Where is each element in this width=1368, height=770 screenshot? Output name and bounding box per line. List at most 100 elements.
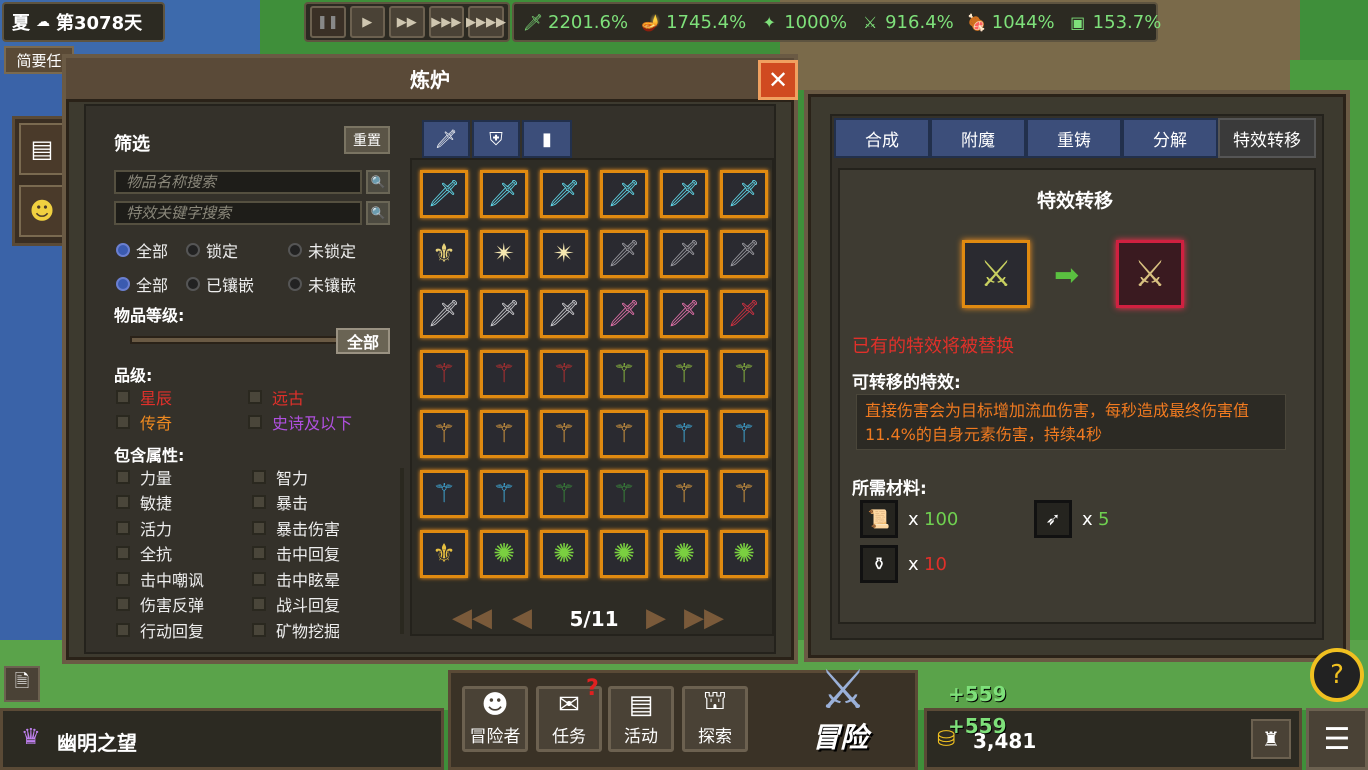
item-slot[interactable]: ⚚ <box>420 410 468 458</box>
item-slot[interactable]: 🗡 <box>720 170 768 218</box>
checkbox[interactable] <box>116 622 130 637</box>
nav-event-button[interactable]: ▤ 活动 <box>608 686 674 752</box>
checkbox[interactable] <box>252 546 266 560</box>
checkbox[interactable] <box>248 414 262 429</box>
tab-0[interactable]: 合成 <box>834 118 930 158</box>
help-icon[interactable]: ? <box>1310 648 1364 702</box>
item-slot[interactable]: ⚚ <box>720 350 768 398</box>
attribute-filter-3[interactable]: 暴击 <box>252 490 308 515</box>
speed-button-1[interactable]: ▶ <box>349 6 385 38</box>
attribute-filter-7[interactable]: 击中回复 <box>252 541 340 566</box>
lock-filter-unlocked[interactable]: 未锁定 <box>288 238 356 262</box>
speed-button-2[interactable]: ▶▶ <box>389 6 425 38</box>
nav-adventurer-button[interactable]: ☻ 冒险者 <box>462 686 528 752</box>
hero-portrait-icon[interactable]: ☻ <box>19 185 65 237</box>
item-slot[interactable]: ⚚ <box>480 410 528 458</box>
item-slot[interactable]: 🗡 <box>600 290 648 338</box>
item-slot[interactable]: ✺ <box>480 530 528 578</box>
item-slot[interactable]: 🗡 <box>540 170 588 218</box>
item-slot[interactable]: ⚚ <box>600 410 648 458</box>
attribute-filter-6[interactable]: 全抗 <box>116 541 172 566</box>
item-slot[interactable]: ✺ <box>720 530 768 578</box>
adventure-emblem-icon[interactable]: ⚔ <box>800 654 886 724</box>
item-slot[interactable]: ⚚ <box>480 350 528 398</box>
filter-scrollbar[interactable] <box>400 468 404 634</box>
effect-keyword-search-input[interactable]: 特效关键字搜索 <box>114 201 362 225</box>
checkbox[interactable] <box>116 469 130 484</box>
grade-filter-1[interactable]: 远古 <box>248 384 304 409</box>
checkbox[interactable] <box>116 546 130 560</box>
checkbox[interactable] <box>252 520 266 535</box>
item-slot[interactable]: 🗡 <box>480 170 528 218</box>
grade-filter-3[interactable]: 史诗及以下 <box>248 409 352 434</box>
checkbox[interactable] <box>116 389 130 404</box>
weapon-tab-icon[interactable]: 🗡 <box>422 120 470 158</box>
item-slot[interactable]: ⚚ <box>540 410 588 458</box>
item-slot[interactable]: ⚚ <box>480 470 528 518</box>
item-slot[interactable]: ⚚ <box>660 350 708 398</box>
adventure-button[interactable]: 冒险 <box>800 716 880 756</box>
speed-button-3[interactable]: ▶▶▶ <box>428 6 464 38</box>
attribute-filter-12[interactable]: 行动回复 <box>116 617 204 642</box>
grade-filter-2[interactable]: 传奇 <box>116 409 172 434</box>
item-slot[interactable]: ✺ <box>660 530 708 578</box>
socket-filter-all[interactable]: 全部 <box>116 272 168 296</box>
checkbox[interactable] <box>116 571 130 586</box>
item-slot[interactable]: ⚚ <box>540 350 588 398</box>
tab-1[interactable]: 附魔 <box>930 118 1026 158</box>
item-level-slider[interactable] <box>130 336 340 344</box>
item-slot[interactable]: ⚚ <box>660 410 708 458</box>
speed-button-4[interactable]: ▶▶▶▶ <box>466 6 506 38</box>
inventory-chest-icon[interactable]: ▤ <box>19 123 65 175</box>
checkbox[interactable] <box>116 520 130 535</box>
speed-button-0[interactable]: ❚❚ <box>310 6 346 38</box>
item-slot[interactable]: ⚜ <box>420 230 468 278</box>
first-page-icon[interactable]: ◀◀ <box>452 603 492 633</box>
checkbox[interactable] <box>252 571 266 586</box>
checkbox[interactable] <box>252 469 266 484</box>
nav-explore-button[interactable]: ⛫ 探索 <box>682 686 748 752</box>
attribute-filter-9[interactable]: 击中眩晕 <box>252 566 340 591</box>
search-icon[interactable]: 🔍 <box>366 170 390 194</box>
tab-2[interactable]: 重铸 <box>1026 118 1122 158</box>
attribute-filter-10[interactable]: 伤害反弹 <box>116 592 204 617</box>
checkbox[interactable] <box>116 597 130 611</box>
settings-figure-icon[interactable]: ♜ <box>1251 719 1291 759</box>
lock-filter-all[interactable]: 全部 <box>116 238 168 262</box>
item-level-value[interactable]: 全部 <box>336 328 390 354</box>
item-slot[interactable]: 🗡 <box>540 290 588 338</box>
item-slot[interactable]: ⚚ <box>720 410 768 458</box>
checkbox[interactable] <box>252 597 266 611</box>
item-slot[interactable]: 🗡 <box>720 230 768 278</box>
item-slot[interactable]: 🗡 <box>420 170 468 218</box>
item-slot[interactable]: ⚚ <box>720 470 768 518</box>
checkbox[interactable] <box>252 495 266 509</box>
item-slot[interactable]: 🗡 <box>600 230 648 278</box>
tab-3[interactable]: 分解 <box>1122 118 1218 158</box>
attribute-filter-8[interactable]: 击中嘲讽 <box>116 566 204 591</box>
item-slot[interactable]: ⚚ <box>660 470 708 518</box>
attribute-filter-0[interactable]: 力量 <box>116 464 172 489</box>
item-slot[interactable]: 🗡 <box>720 290 768 338</box>
item-slot[interactable]: 🗡 <box>660 170 708 218</box>
tab-4[interactable]: 特效转移 <box>1218 118 1316 158</box>
item-slot[interactable]: ⚚ <box>600 470 648 518</box>
item-slot[interactable]: 🗡 <box>660 230 708 278</box>
item-slot[interactable]: 🗡 <box>660 290 708 338</box>
prev-page-icon[interactable]: ◀ <box>512 603 532 633</box>
checkbox[interactable] <box>252 622 266 637</box>
attribute-filter-2[interactable]: 敏捷 <box>116 490 172 515</box>
checkbox[interactable] <box>248 389 262 404</box>
reset-button[interactable]: 重置 <box>344 126 390 154</box>
item-slot[interactable]: ⚜ <box>420 530 468 578</box>
item-slot[interactable]: ⚚ <box>600 350 648 398</box>
item-slot[interactable]: ✺ <box>600 530 648 578</box>
attribute-filter-1[interactable]: 智力 <box>252 464 308 489</box>
close-button[interactable]: ✕ <box>758 60 798 100</box>
next-page-icon[interactable]: ▶ <box>646 603 666 633</box>
checkbox[interactable] <box>116 414 130 429</box>
lock-filter-locked[interactable]: 锁定 <box>186 238 238 262</box>
menu-icon[interactable]: ☰ <box>1306 708 1368 770</box>
checkbox[interactable] <box>116 495 130 509</box>
item-slot[interactable]: 🗡 <box>600 170 648 218</box>
